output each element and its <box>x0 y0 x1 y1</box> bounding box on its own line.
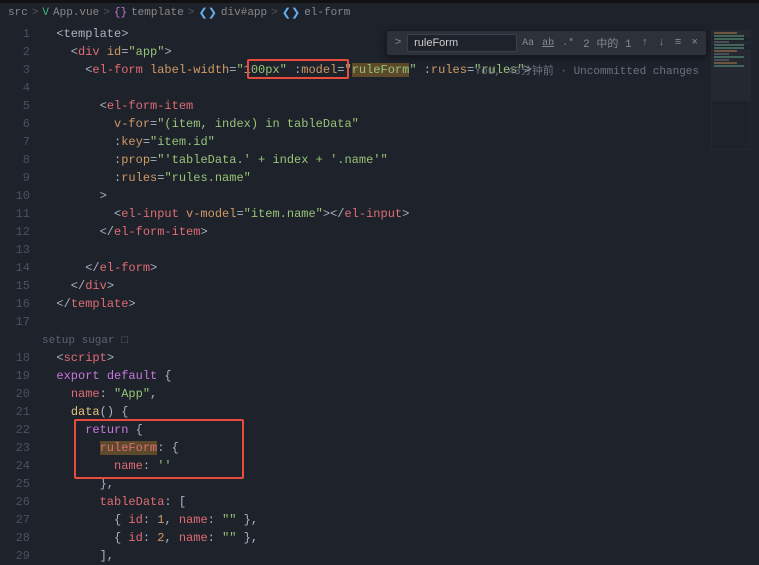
line-number: 2 <box>0 43 30 61</box>
line-number: 20 <box>0 385 30 403</box>
line-number: 13 <box>0 241 30 259</box>
line-number: 8 <box>0 151 30 169</box>
search-toggle-replace[interactable]: > <box>391 37 405 49</box>
line-gutter: 1 2 3 4 5 6 7 8 9 10 11 12 13 14 15 16 1… <box>0 23 42 556</box>
search-word-icon[interactable]: ab <box>539 37 557 50</box>
code-area[interactable]: <template> <div id="app"> <el-form label… <box>42 23 759 556</box>
search-panel: > Aa ab .* 2 中的 1 ↑ ↓ ≡ × <box>386 30 707 56</box>
line-number: 11 <box>0 205 30 223</box>
line-number: 21 <box>0 403 30 421</box>
line-number: 18 <box>0 349 30 367</box>
code-text: <template> <box>42 27 128 41</box>
editor[interactable]: 1 2 3 4 5 6 7 8 9 10 11 12 13 14 15 16 1… <box>0 23 759 556</box>
line-number: 14 <box>0 259 30 277</box>
line-number: 25 <box>0 475 30 493</box>
line-number: 27 <box>0 511 30 529</box>
breadcrumb: src > V App.vue > {} template > ❮❯ div#a… <box>0 3 759 23</box>
line-number: 15 <box>0 277 30 295</box>
codelens-setup[interactable]: setup sugar □ <box>42 335 128 347</box>
line-number: 6 <box>0 115 30 133</box>
search-match: ruleForm <box>100 441 158 455</box>
bc-file[interactable]: App.vue <box>53 7 99 19</box>
tag-icon: ❮❯ <box>198 6 216 20</box>
minimap[interactable] <box>711 30 751 150</box>
git-blame-text: You, 43分钟前 · Uncommitted changes <box>475 62 699 78</box>
search-regex-icon[interactable]: .* <box>559 37 577 50</box>
line-number: 19 <box>0 367 30 385</box>
line-number: 12 <box>0 223 30 241</box>
line-number: 29 <box>0 547 30 565</box>
line-number: 22 <box>0 421 30 439</box>
line-number: 26 <box>0 493 30 511</box>
search-result-counter: 2 中的 1 <box>579 35 635 51</box>
line-number: 24 <box>0 457 30 475</box>
line-number <box>0 331 30 349</box>
search-prev-button[interactable]: ↑ <box>638 37 653 49</box>
line-number: 7 <box>0 133 30 151</box>
vue-icon: V <box>42 7 49 19</box>
bc-elform[interactable]: el-form <box>304 7 350 19</box>
tag-icon: ❮❯ <box>282 6 300 20</box>
line-number: 3 <box>0 61 30 79</box>
braces-icon: {} <box>114 7 127 19</box>
line-number: 17 <box>0 313 30 331</box>
search-selection-button[interactable]: ≡ <box>671 37 686 49</box>
line-number: 4 <box>0 79 30 97</box>
bc-src[interactable]: src <box>8 7 28 19</box>
search-case-icon[interactable]: Aa <box>519 37 537 50</box>
bc-template[interactable]: template <box>131 7 184 19</box>
line-number: 9 <box>0 169 30 187</box>
line-number: 5 <box>0 97 30 115</box>
search-close-button[interactable]: × <box>687 37 702 49</box>
search-input[interactable] <box>407 34 517 52</box>
bc-sep: > <box>32 7 39 19</box>
search-match: ruleForm <box>352 63 410 77</box>
line-number: 1 <box>0 25 30 43</box>
bc-div[interactable]: div#app <box>221 7 267 19</box>
line-number: 23 <box>0 439 30 457</box>
search-next-button[interactable]: ↓ <box>654 37 669 49</box>
line-number: 28 <box>0 529 30 547</box>
bc-sep: > <box>103 7 110 19</box>
line-number: 10 <box>0 187 30 205</box>
line-number: 16 <box>0 295 30 313</box>
bc-sep: > <box>188 7 195 19</box>
bc-sep: > <box>271 7 278 19</box>
